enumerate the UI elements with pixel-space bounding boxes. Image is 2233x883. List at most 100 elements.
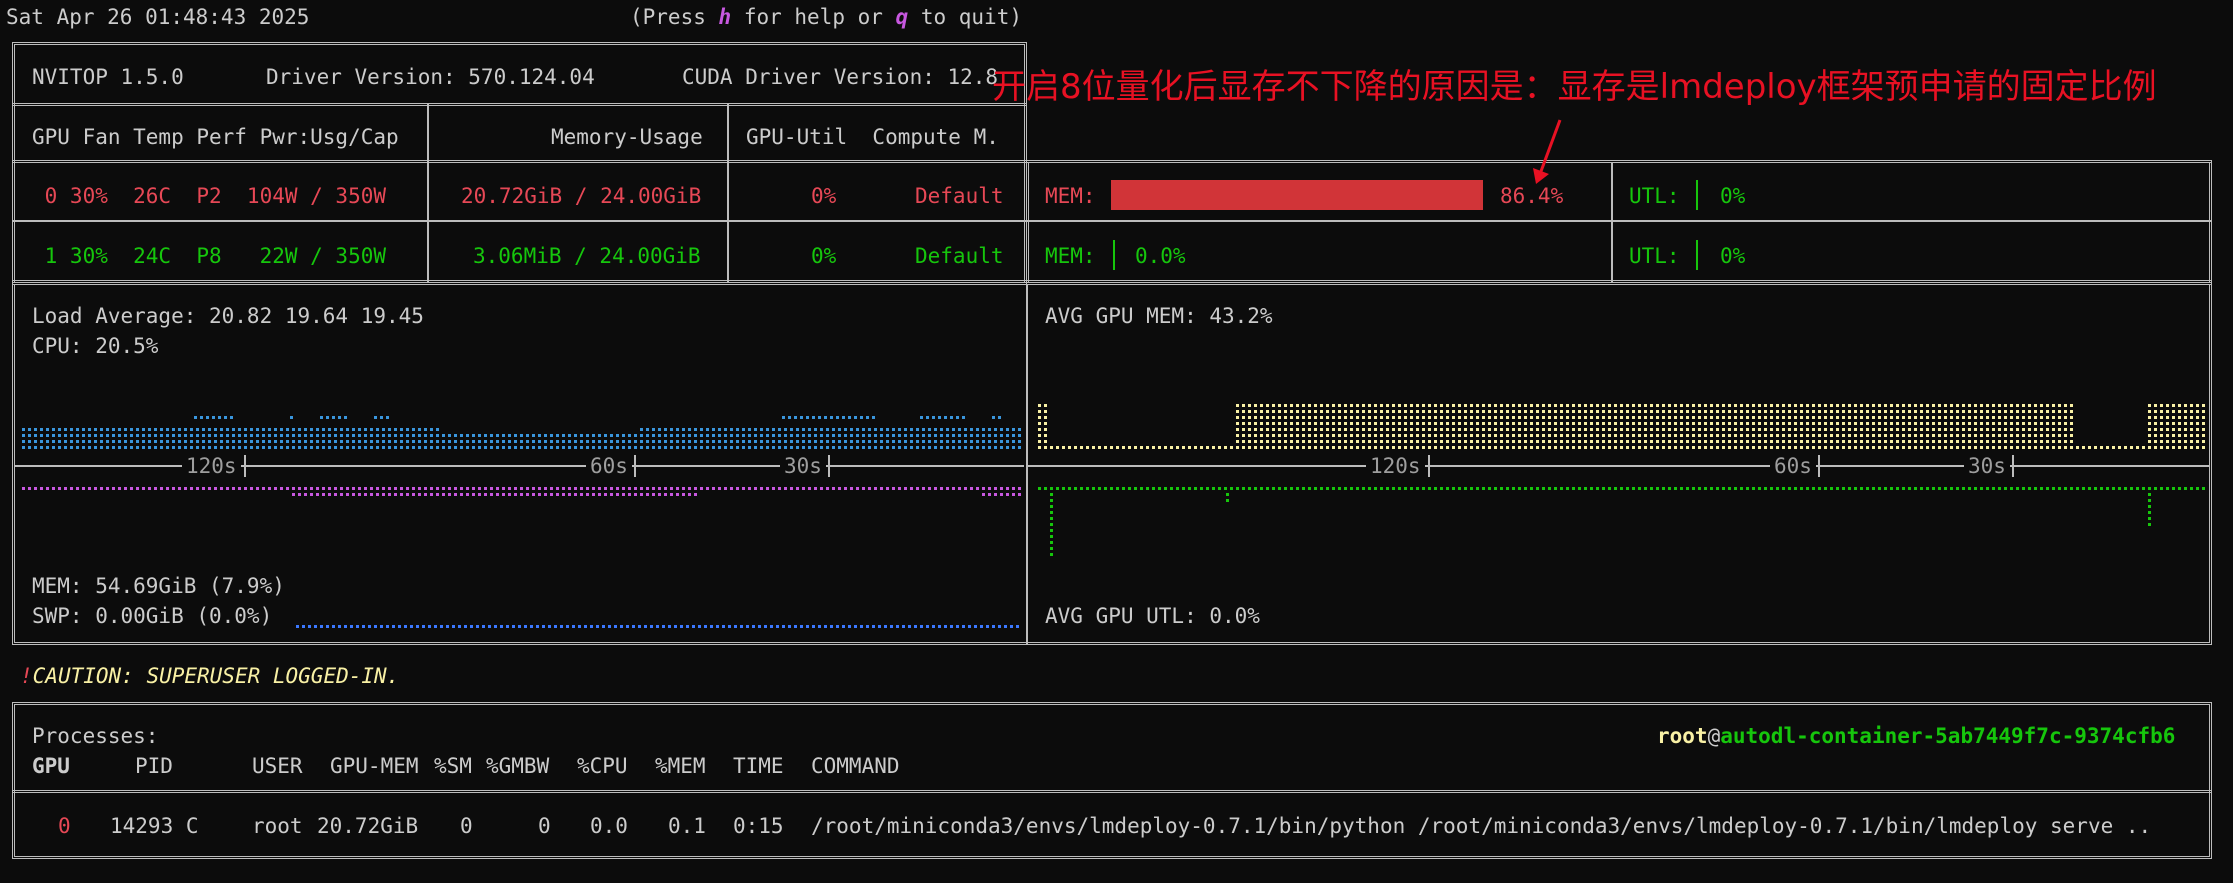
cpu-graph-dot [712,446,715,449]
cpu-graph-dot [916,440,919,443]
swp-graph-dot [440,625,443,628]
gpu-mem-graph-dot [1236,416,1239,419]
cpu-graph-dot [910,446,913,449]
swp-graph-dot [650,625,653,628]
gpu-mem-graph-dot [1386,422,1389,425]
cpu-graph-dot [460,446,463,449]
cpu-graph-dot [778,428,781,431]
cpu-graph-dot [100,446,103,449]
gpu-mem-graph-dot [1998,446,2001,449]
cpu-graph-dot [334,440,337,443]
cpu-graph-dot [1000,446,1003,449]
cpu-graph-dot [136,434,139,437]
process-mem: 0.1 [668,814,706,838]
gpu-mem-graph-dot [1608,440,1611,443]
gpu-mem-graph-dot [2070,446,2073,449]
gpu-mem-graph-dot [1470,410,1473,413]
cpu-graph-dot [406,446,409,449]
gpu-utl-graph-dot [1116,487,1119,490]
cpu-graph-dot [418,440,421,443]
cpu-graph-dot [724,428,727,431]
gpu-utl-graph-dot [1080,487,1083,490]
mem-graph-dot [814,487,817,490]
swp-graph-dot [1010,625,1013,628]
mem-graph-dot [64,487,67,490]
gpu-mem-graph-dot [1740,410,1743,413]
gpu-mem-graph-dot [1746,404,1749,407]
cpu-graph-dot [304,428,307,431]
gpu-mem-graph-dot [1392,434,1395,437]
mem-graph-dot [856,487,859,490]
swp-graph-dot [668,625,671,628]
swp-graph-dot [728,625,731,628]
gpu-mem-graph-dot [1398,440,1401,443]
gpu-mem-graph-dot [2052,422,2055,425]
gpu-mem-graph-dot [2166,416,2169,419]
gpu-mem-graph-dot [1998,410,2001,413]
swp-graph-dot [638,625,641,628]
gpu-mem-graph-dot [1674,440,1677,443]
gpu-mem-graph-dot [1692,416,1695,419]
gpu-mem-graph-dot [1890,440,1893,443]
gpu-utl-graph-dot [1524,487,1527,490]
gpu-mem-graph-dot [1752,422,1755,425]
cpu-graph-dot [124,446,127,449]
gpu-utl-graph-dot [2172,487,2175,490]
gpu-mem-graph-dot [1620,410,1623,413]
gpu-mem-graph-dot [1380,404,1383,407]
cpu-graph-dot [796,428,799,431]
gpu-mem-graph-dot [1524,440,1527,443]
mem-graph-dot [580,493,583,496]
gpu-mem-graph-dot [2004,416,2007,419]
cpu-graph-dot [268,446,271,449]
mem-graph-dot [598,487,601,490]
gpu-mem-graph-dot [1572,416,1575,419]
gpu-mem-graph-dot [1656,428,1659,431]
gpu-mem-graph-dot [1812,440,1815,443]
swp-graph-dot [422,625,425,628]
gpu-mem-graph-dot [2178,410,2181,413]
mem-graph-dot [448,487,451,490]
cpu-graph-dot [290,416,293,419]
gpu-mem-graph-dot [2046,440,2049,443]
gpu-mem-graph-dot [1998,422,2001,425]
process-cpu: 0.0 [590,814,628,838]
cpu-graph-dot [346,440,349,443]
cpu-graph-dot [670,428,673,431]
swp-graph-dot [596,625,599,628]
gpu-mem-graph-dot [1344,416,1347,419]
cpu-graph-dot [592,440,595,443]
swp-graph-dot [524,625,527,628]
gpu-mem-graph-dot [1530,446,1533,449]
gpu-mem-graph-dot [1746,422,1749,425]
gpu-mem-graph-dot [1236,434,1239,437]
cpu-graph-dot [76,440,79,443]
gpu-mem-graph-dot [1896,446,1899,449]
cpu-graph-dot [424,434,427,437]
gpu-mem-graph-dot [1914,404,1917,407]
gpu-utl-graph-dot [1554,487,1557,490]
cpu-graph-dot [922,440,925,443]
gpu-mem-graph-dot [1374,428,1377,431]
cpu-graph-dot [952,434,955,437]
cpu-graph-dot [956,416,959,419]
gpu-mem-graph-dot [2148,416,2151,419]
cpu-graph-dot [682,434,685,437]
gpu-mem-graph-dot [1926,422,1929,425]
gpu-mem-graph-dot [1710,446,1713,449]
gpu-utl-graph-dot [1410,487,1413,490]
swp-graph-dot [692,625,695,628]
gpu-mem-graph-dot [1404,422,1407,425]
gpu-utl-graph-dot [1098,487,1101,490]
gpu-mem-graph-dot [1926,446,1929,449]
gpu-mem-graph-dot [1794,416,1797,419]
cpu-graph-dot [544,434,547,437]
gpu-mem-graph-dot [1314,434,1317,437]
gpu-mem-graph-dot [1482,428,1485,431]
gpu-mem-graph-dot [1710,410,1713,413]
gpu-mem-graph-dot [1638,440,1641,443]
gpu-mem-graph-dot [2184,440,2187,443]
gpu-mem-graph-dot [1458,428,1461,431]
mem-graph-dot [442,487,445,490]
gpu-mem-graph-dot [1854,428,1857,431]
